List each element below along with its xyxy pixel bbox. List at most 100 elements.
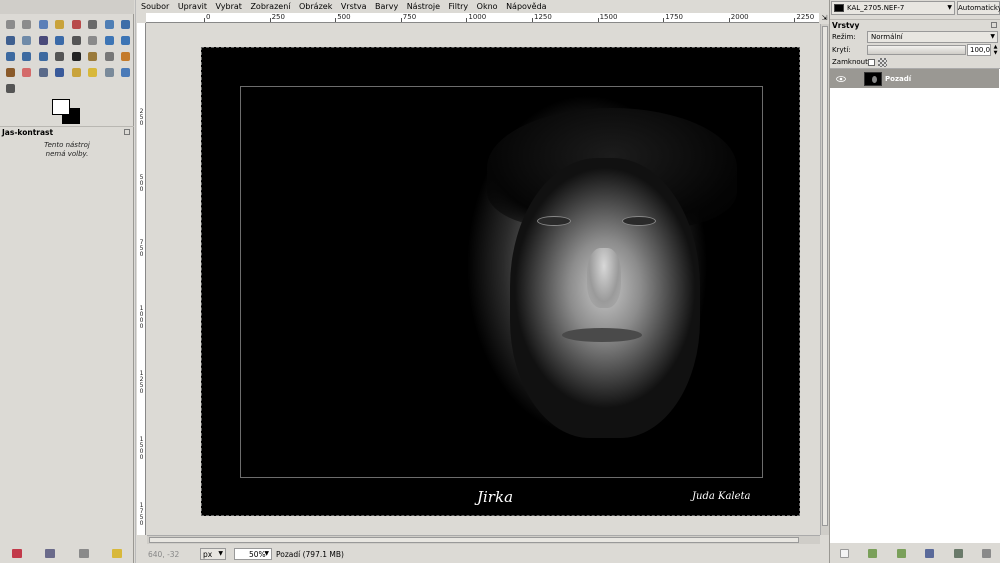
menu-item[interactable]: Nástroje: [407, 2, 440, 11]
tool-button[interactable]: [2, 64, 19, 80]
menu-item[interactable]: Vybrat: [216, 2, 242, 11]
text-icon: [71, 51, 81, 61]
layer-row[interactable]: Pozadí: [830, 69, 999, 88]
opacity-slider[interactable]: [867, 45, 966, 55]
menu-item[interactable]: Filtry: [449, 2, 469, 11]
color-swatches[interactable]: [52, 99, 84, 125]
menu-item[interactable]: Upravit: [178, 2, 207, 11]
tool-button[interactable]: [68, 48, 85, 64]
lock-alpha-icon[interactable]: [878, 58, 887, 67]
rotate-icon: [104, 35, 114, 45]
opacity-spinner-icon[interactable]: ▲ ▼: [992, 44, 999, 56]
layer-name[interactable]: Pozadí: [885, 75, 911, 83]
panel-menu-icon[interactable]: [991, 22, 997, 28]
save-options-icon[interactable]: [11, 548, 22, 558]
ink-icon: [55, 67, 65, 77]
measure-icon: [38, 35, 48, 45]
tool-button[interactable]: [85, 16, 102, 32]
zoom-toggle-icon[interactable]: ⇲: [820, 13, 829, 23]
auto-button[interactable]: Automaticky: [957, 1, 1000, 15]
restore-options-icon[interactable]: [45, 548, 56, 558]
raise-layer-icon[interactable]: [868, 548, 878, 558]
tool-button[interactable]: [35, 48, 52, 64]
menu-item[interactable]: Zobrazení: [250, 2, 290, 11]
foreground-color[interactable]: [52, 99, 70, 115]
tool-button[interactable]: [85, 64, 102, 80]
tool-button[interactable]: [101, 48, 118, 64]
lower-layer-icon[interactable]: [896, 548, 906, 558]
lock-pixels-checkbox[interactable]: [868, 59, 875, 66]
vertical-scroll-thumb[interactable]: [822, 26, 828, 526]
anchor-layer-icon[interactable]: [953, 548, 963, 558]
layers-bottom-bar: [830, 543, 1000, 563]
ellipse-select-icon: [22, 19, 32, 29]
vertical-ruler[interactable]: 250 500 750 1000 1250 1500 1750: [137, 23, 146, 535]
tool-button[interactable]: [19, 64, 36, 80]
visibility-eye-icon[interactable]: [836, 75, 846, 83]
delete-options-icon[interactable]: [78, 548, 89, 558]
tool-button[interactable]: [68, 16, 85, 32]
tool-button[interactable]: [101, 16, 118, 32]
chevron-down-icon: ▼: [990, 33, 995, 40]
image-window: Soubor Upravit Vybrat Zobrazení Obrázek Vrstv…: [135, 0, 829, 563]
vertical-scrollbar[interactable]: [820, 24, 829, 535]
tool-button[interactable]: [2, 48, 19, 64]
tool-button[interactable]: [35, 16, 52, 32]
tool-button[interactable]: [52, 32, 69, 48]
menu-item[interactable]: Okno: [477, 2, 498, 11]
move-icon: [55, 35, 65, 45]
duplicate-layer-icon[interactable]: [925, 548, 935, 558]
tool-button[interactable]: [2, 80, 19, 96]
tool-button[interactable]: [52, 48, 69, 64]
tool-button[interactable]: [85, 32, 102, 48]
bucket-fill-icon: [88, 51, 98, 61]
menu-item[interactable]: Obrázek: [299, 2, 332, 11]
cage-icon: [55, 51, 65, 61]
horizontal-scrollbar[interactable]: [147, 535, 820, 544]
tool-button[interactable]: [2, 16, 19, 32]
panel-menu-icon[interactable]: [124, 129, 130, 135]
select-by-color-icon: [71, 19, 81, 29]
horizontal-ruler[interactable]: 0 250 500 750 1000 1250 1500 1750 2000 2250: [146, 13, 819, 23]
tool-button[interactable]: [101, 64, 118, 80]
tool-button[interactable]: [35, 64, 52, 80]
tool-button[interactable]: [118, 64, 135, 80]
tool-button[interactable]: [52, 64, 69, 80]
tool-button[interactable]: [68, 64, 85, 80]
chevron-down-icon: ▼: [218, 550, 223, 557]
menu-item[interactable]: Nápověda: [506, 2, 547, 11]
tool-button[interactable]: [118, 32, 135, 48]
new-layer-icon[interactable]: [839, 548, 849, 558]
reset-options-icon[interactable]: [112, 548, 123, 558]
tool-button[interactable]: [2, 32, 19, 48]
layers-list[interactable]: Pozadí: [830, 68, 1000, 543]
canvas-area[interactable]: Jirka Juda Kaleta: [147, 24, 820, 535]
zoom-icon: [22, 35, 32, 45]
tool-button[interactable]: [118, 48, 135, 64]
menu-item[interactable]: Barvy: [375, 2, 398, 11]
mode-select[interactable]: Normální ▼: [867, 31, 998, 43]
mode-label: Režim:: [832, 33, 856, 41]
ruler-corner[interactable]: [137, 13, 146, 22]
rect-select-icon: [5, 19, 15, 29]
menu-item[interactable]: Vrstva: [341, 2, 367, 11]
horizontal-scroll-thumb[interactable]: [149, 537, 799, 543]
tool-button[interactable]: [118, 16, 135, 32]
delete-layer-icon[interactable]: [982, 548, 992, 558]
zoom-select[interactable]: 50% ▼: [234, 548, 272, 560]
tool-button[interactable]: [19, 16, 36, 32]
chevron-down-icon: ▼: [264, 550, 269, 557]
status-message: Pozadí (797.1 MB): [276, 549, 344, 559]
tool-button[interactable]: [35, 32, 52, 48]
tool-button[interactable]: [85, 48, 102, 64]
menu-item[interactable]: Soubor: [141, 2, 169, 11]
tool-button[interactable]: [19, 32, 36, 48]
opacity-input[interactable]: 100,0: [967, 44, 991, 56]
tool-button[interactable]: [52, 16, 69, 32]
image-canvas[interactable]: Jirka Juda Kaleta: [201, 47, 800, 516]
tool-button[interactable]: [19, 48, 36, 64]
image-selector[interactable]: KAL_2705.NEF-7 ▼: [831, 1, 955, 15]
tool-button[interactable]: [101, 32, 118, 48]
tool-button[interactable]: [68, 32, 85, 48]
unit-select[interactable]: px ▼: [200, 548, 226, 560]
